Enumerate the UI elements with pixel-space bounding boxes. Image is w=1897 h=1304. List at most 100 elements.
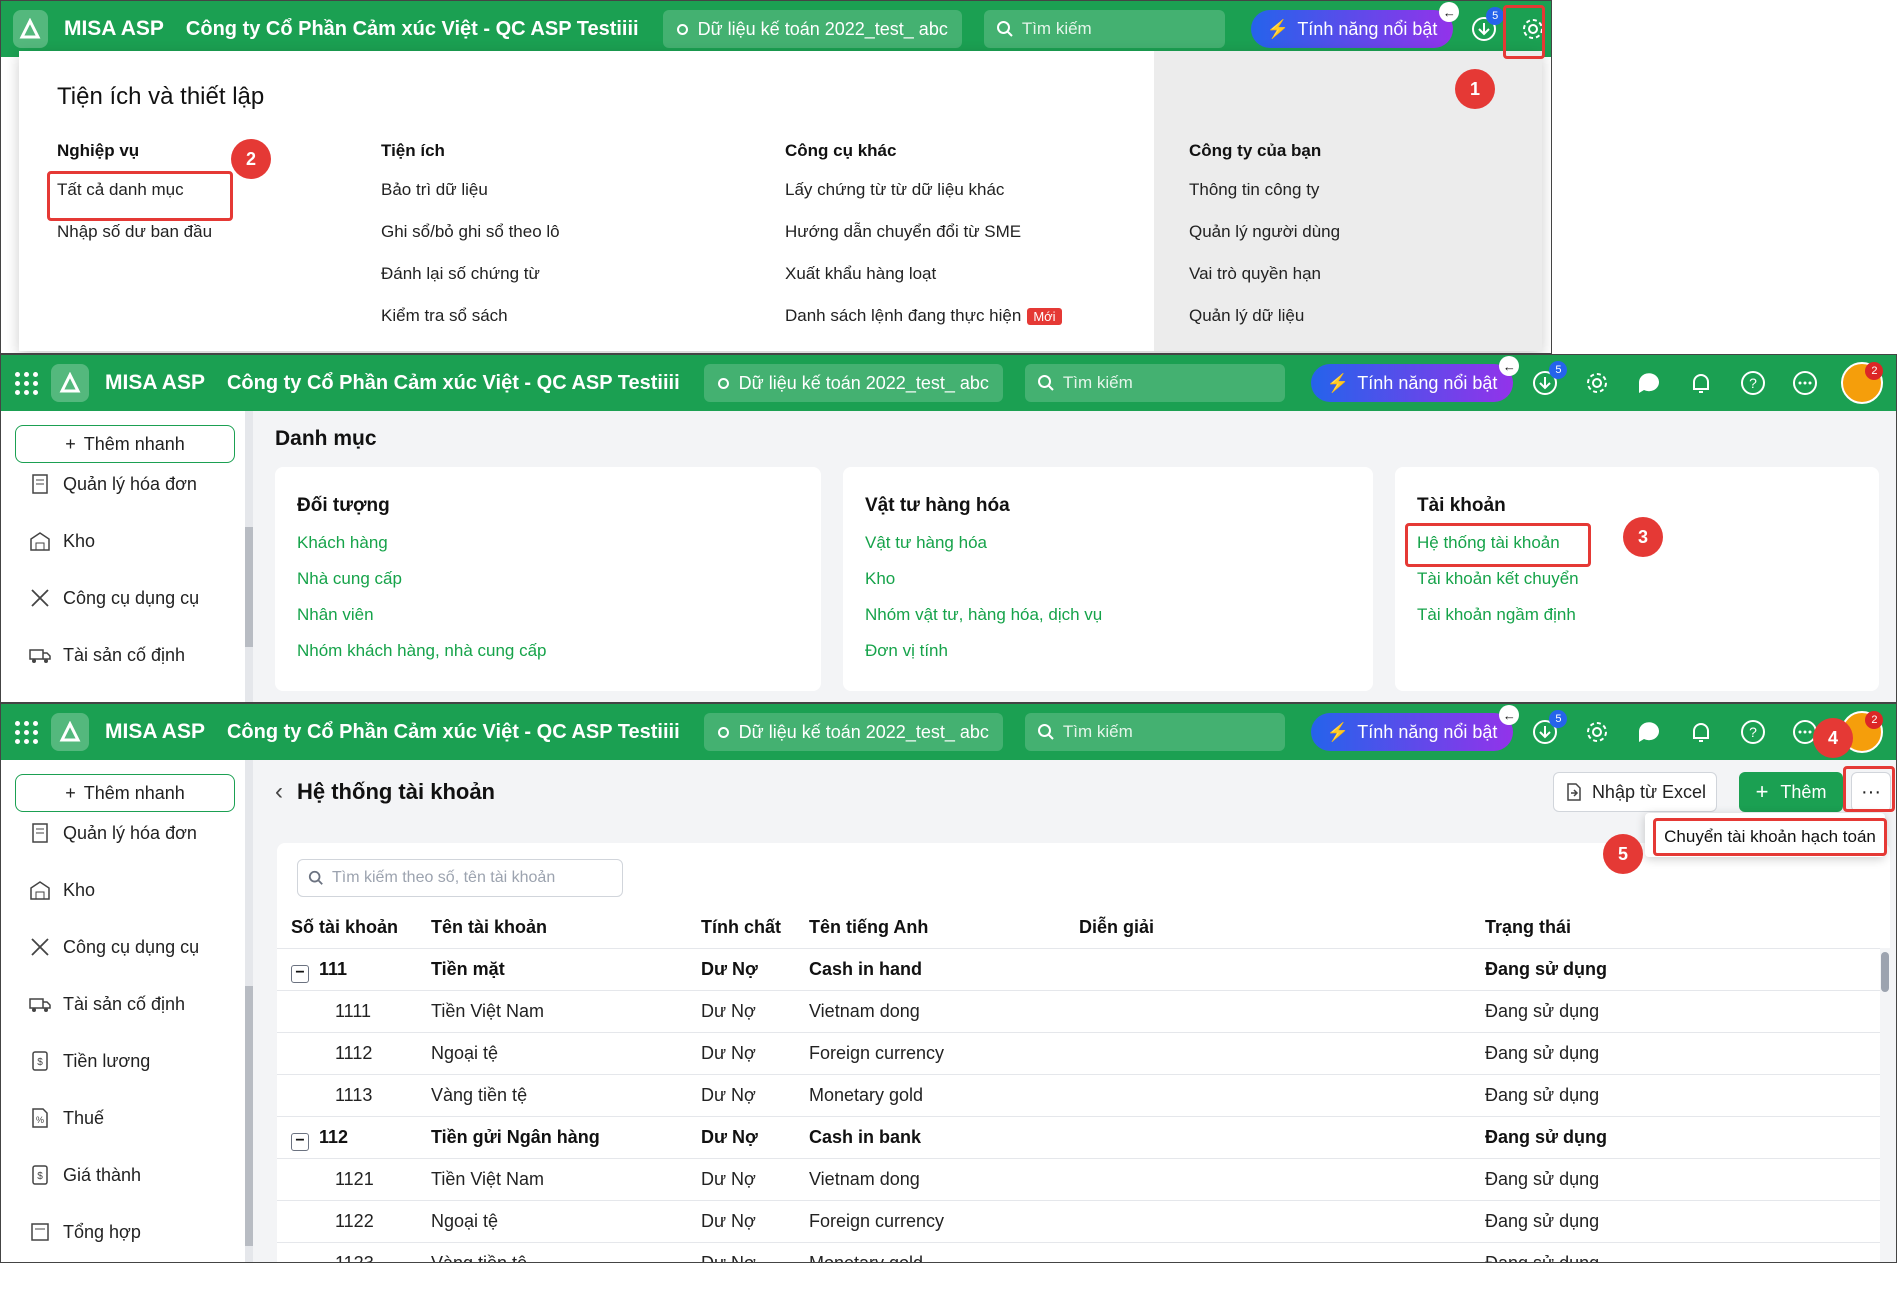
menu-item[interactable]: Kiểm tra sổ sách bbox=[381, 305, 560, 347]
chat-button[interactable] bbox=[1629, 712, 1669, 752]
sidebar-scrollbar[interactable] bbox=[245, 985, 253, 1246]
bell-icon bbox=[1693, 723, 1710, 742]
features-button[interactable]: ⚡ Tính năng nổi bật ← bbox=[1250, 2, 1460, 48]
menu-item[interactable]: Quản lý người dùng bbox=[1189, 221, 1340, 263]
menu-item-transfer-account[interactable]: Chuyển tài khoản hạch toán bbox=[1653, 818, 1887, 856]
table-row[interactable]: 1121 Tiền Việt Nam Dư Nợ Vietnam dong Đang s… bbox=[277, 1159, 1880, 1201]
tax-icon: % bbox=[32, 1108, 48, 1128]
link-transfer-accounts[interactable]: Tài khoản kết chuyển bbox=[1417, 569, 1579, 589]
sidebar-item-invoices[interactable]: Quản lý hóa đơn bbox=[29, 822, 197, 844]
cell-nature: Dư Nợ bbox=[701, 959, 758, 979]
sidebar-item-tools[interactable]: Công cụ dụng cụ bbox=[29, 587, 199, 609]
download-button[interactable]: 5 bbox=[1525, 710, 1568, 752]
sidebar-item-assets[interactable]: Tài sản cố định bbox=[29, 644, 185, 666]
download-button[interactable]: 5 bbox=[1465, 7, 1505, 49]
more-apps-button[interactable] bbox=[1785, 363, 1825, 403]
sidebar-item-summary[interactable]: Tổng hợp bbox=[29, 1221, 141, 1243]
download-button[interactable]: 5 bbox=[1525, 361, 1568, 403]
cell-name: Ngoại tệ bbox=[431, 1043, 499, 1063]
company-name[interactable]: Công ty Cổ Phần Cảm xúc Việt - QC ASP Te… bbox=[186, 18, 639, 41]
sidebar-item-assets[interactable]: Tài sản cố định bbox=[29, 993, 185, 1015]
sidebar-item-warehouse[interactable]: Kho bbox=[29, 530, 95, 552]
step-marker-5: 5 bbox=[1603, 834, 1643, 874]
collapse-icon[interactable]: − bbox=[291, 1133, 309, 1151]
import-excel-button[interactable]: Nhập từ Excel bbox=[1553, 772, 1717, 812]
notification-button[interactable] bbox=[1681, 363, 1721, 403]
database-selector[interactable]: Dữ liệu kế toán 2022_test_ abc bbox=[662, 10, 962, 48]
help-icon: ? bbox=[1741, 371, 1766, 395]
settings-button[interactable] bbox=[1577, 712, 1617, 752]
company-name[interactable]: Công ty Cổ Phần Cảm xúc Việt - QC ASP Te… bbox=[227, 721, 680, 744]
table-row[interactable]: 1123 Vàng tiền tệ Dư Nợ Monetary gold Đang s… bbox=[277, 1243, 1880, 1263]
link-units[interactable]: Đơn vị tính bbox=[865, 641, 948, 661]
menu-column-tools: Công cụ khác Lấy chứng từ từ dữ liệu khá… bbox=[785, 141, 1062, 347]
sidebar-item-warehouse[interactable]: Kho bbox=[29, 879, 95, 901]
app-name: MISA ASP bbox=[105, 720, 205, 743]
sidebar-item-invoices[interactable]: Quản lý hóa đơn bbox=[29, 473, 197, 495]
account-search-input[interactable]: Tìm kiếm theo số, tên tài khoản bbox=[297, 859, 623, 897]
table-scrollbar[interactable] bbox=[1880, 948, 1890, 1262]
misa-logo[interactable] bbox=[51, 364, 89, 402]
avatar[interactable]: 2 bbox=[1841, 362, 1884, 404]
link-default-accounts[interactable]: Tài khoản ngầm định bbox=[1417, 605, 1576, 625]
menu-item-opening-balance[interactable]: Nhập số dư ban đầu bbox=[57, 221, 212, 263]
back-chevron-icon[interactable]: ‹ bbox=[275, 778, 283, 806]
database-selector[interactable]: Dữ liệu kế toán 2022_test_ abc bbox=[703, 713, 1003, 751]
chat-button[interactable] bbox=[1629, 363, 1669, 403]
file-import-icon bbox=[1567, 783, 1581, 801]
table-row[interactable]: 1122 Ngoại tệ Dư Nợ Foreign currency Đang sử… bbox=[277, 1201, 1880, 1243]
settings-button[interactable] bbox=[1577, 363, 1617, 403]
app-name: MISA ASP bbox=[63, 17, 164, 40]
features-button[interactable]: ⚡ Tính năng nổi bật ← bbox=[1310, 705, 1520, 751]
table-row[interactable]: 1112 Ngoại tệ Dư Nợ Foreign currency Đang sử… bbox=[277, 1033, 1880, 1075]
menu-item-running-jobs[interactable]: Danh sách lệnh đang thực hiện Mới bbox=[785, 305, 1062, 347]
link-warehouse[interactable]: Kho bbox=[865, 569, 895, 589]
sidebar-scrollbar[interactable] bbox=[245, 527, 253, 648]
summary-icon bbox=[31, 1223, 49, 1241]
status-dot-icon bbox=[676, 23, 688, 35]
more-icon bbox=[1793, 371, 1818, 395]
menu-item[interactable]: Thông tin công ty bbox=[1189, 179, 1340, 221]
menu-item[interactable]: Bảo trì dữ liệu bbox=[381, 179, 560, 221]
link-employees[interactable]: Nhân viên bbox=[297, 605, 374, 625]
sidebar-item-costing[interactable]: $ Giá thành bbox=[29, 1164, 141, 1186]
table-row[interactable]: 1113 Vàng tiền tệ Dư Nợ Monetary gold Đang s… bbox=[277, 1075, 1880, 1117]
menu-item[interactable]: Ghi sổ/bỏ ghi sổ theo lô bbox=[381, 221, 560, 263]
collapse-icon[interactable]: − bbox=[291, 965, 309, 983]
cell-en: Vietnam dong bbox=[809, 1001, 920, 1021]
quick-add-button[interactable]: + Thêm nhanh bbox=[15, 774, 235, 812]
menu-item[interactable]: Lấy chứng từ từ dữ liệu khác bbox=[785, 179, 1062, 221]
sidebar-item-tax[interactable]: % Thuế bbox=[29, 1107, 104, 1129]
menu-item[interactable]: Đánh lại số chứng từ bbox=[381, 263, 560, 305]
menu-item[interactable]: Xuất khẩu hàng loạt bbox=[785, 263, 1062, 305]
table-row[interactable]: 1111 Tiền Việt Nam Dư Nợ Vietnam dong Đang s… bbox=[277, 991, 1880, 1033]
menu-item[interactable]: Hướng dẫn chuyển đổi từ SME bbox=[785, 221, 1062, 263]
table-row[interactable]: −112 Tiền gửi Ngân hàng Dư Nợ Cash in bank Đ… bbox=[277, 1117, 1880, 1159]
link-customers[interactable]: Khách hàng bbox=[297, 533, 388, 553]
search-box[interactable]: Tìm kiếm bbox=[983, 10, 1225, 48]
link-goods[interactable]: Vật tư hàng hóa bbox=[865, 533, 987, 553]
link-goods-groups[interactable]: Nhóm vật tư, hàng hóa, dịch vụ bbox=[865, 605, 1102, 625]
link-suppliers[interactable]: Nhà cung cấp bbox=[297, 569, 402, 589]
help-button[interactable]: ? bbox=[1733, 363, 1773, 403]
menu-item[interactable]: Vai trò quyền hạn bbox=[1189, 263, 1340, 305]
search-box[interactable]: Tìm kiếm bbox=[1024, 364, 1285, 402]
sidebar-item-tools[interactable]: Công cụ dụng cụ bbox=[29, 936, 199, 958]
features-button[interactable]: ⚡ Tính năng nổi bật ← bbox=[1310, 356, 1520, 402]
table-row[interactable]: −111 Tiền mặt Dư Nợ Cash in hand Đang sử dụn… bbox=[277, 949, 1880, 991]
menu-item[interactable]: Quản lý dữ liệu bbox=[1189, 305, 1340, 347]
help-button[interactable]: ? bbox=[1733, 712, 1773, 752]
sidebar-item-payroll[interactable]: $ Tiền lương bbox=[29, 1050, 150, 1072]
misa-logo[interactable] bbox=[13, 10, 48, 48]
add-button[interactable]: + Thêm bbox=[1739, 772, 1843, 812]
link-groups[interactable]: Nhóm khách hàng, nhà cung cấp bbox=[297, 641, 547, 661]
company-name[interactable]: Công ty Cổ Phần Cảm xúc Việt - QC ASP Te… bbox=[227, 372, 680, 395]
quick-add-button[interactable]: + Thêm nhanh bbox=[15, 425, 235, 463]
apps-grid-icon[interactable] bbox=[13, 719, 39, 745]
apps-grid-icon[interactable] bbox=[13, 370, 39, 396]
search-box[interactable]: Tìm kiếm bbox=[1024, 713, 1285, 751]
misa-logo[interactable] bbox=[51, 713, 89, 751]
notification-button[interactable] bbox=[1681, 712, 1721, 752]
database-selector[interactable]: Dữ liệu kế toán 2022_test_ abc bbox=[703, 364, 1003, 402]
cell-nature: Dư Nợ bbox=[701, 1253, 756, 1263]
